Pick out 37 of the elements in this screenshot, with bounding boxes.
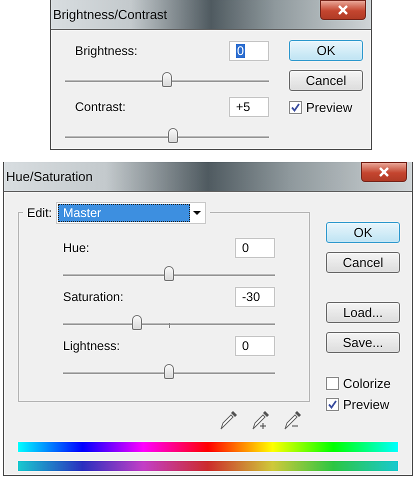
value-field[interactable]: 0: [235, 238, 275, 258]
checkbox[interactable]: [289, 101, 302, 114]
slider-thumb[interactable]: [132, 315, 142, 330]
checkbox-label: Preview: [343, 397, 390, 412]
slider-thumb[interactable]: [162, 72, 172, 87]
eyedropper-minus-icon[interactable]: [284, 410, 302, 430]
slider-label: Contrast:: [75, 100, 126, 114]
slider-thumb[interactable]: [164, 266, 174, 281]
slider-thumb[interactable]: [168, 128, 178, 143]
value-field[interactable]: +5: [229, 97, 269, 117]
checkbox[interactable]: [326, 377, 339, 390]
slider-label: Brightness:: [75, 44, 138, 58]
dialog-button[interactable]: Save...: [326, 332, 400, 353]
checkbox-label: Preview: [306, 100, 352, 115]
dialog-button[interactable]: Load...: [326, 302, 400, 323]
close-button[interactable]: [320, 0, 366, 20]
dialog-button[interactable]: OK: [326, 222, 400, 243]
dialog-button[interactable]: OK: [289, 40, 363, 61]
close-button[interactable]: [361, 162, 407, 182]
slider-thumb[interactable]: [164, 364, 174, 379]
value-field[interactable]: -30: [235, 287, 275, 307]
close-icon: [337, 4, 349, 14]
window-title: Hue/Saturation: [5, 169, 93, 184]
window-title: Brightness/Contrast: [52, 7, 168, 22]
slider-label: Saturation:: [63, 290, 124, 304]
value-field[interactable]: 0: [235, 336, 275, 356]
dialog-button[interactable]: Cancel: [326, 252, 400, 273]
value-field[interactable]: 0: [229, 41, 269, 61]
edit-label: Edit:: [27, 206, 52, 220]
eyedropper-plus-icon[interactable]: [252, 410, 270, 430]
dialog-button[interactable]: Cancel: [289, 70, 363, 91]
close-icon: [378, 166, 390, 176]
slider-label: Hue:: [63, 241, 90, 255]
checkbox-label: Colorize: [343, 376, 391, 391]
eyedropper-icon[interactable]: [220, 410, 238, 430]
checkbox[interactable]: [326, 398, 339, 411]
slider-label: Lightness:: [63, 339, 120, 353]
